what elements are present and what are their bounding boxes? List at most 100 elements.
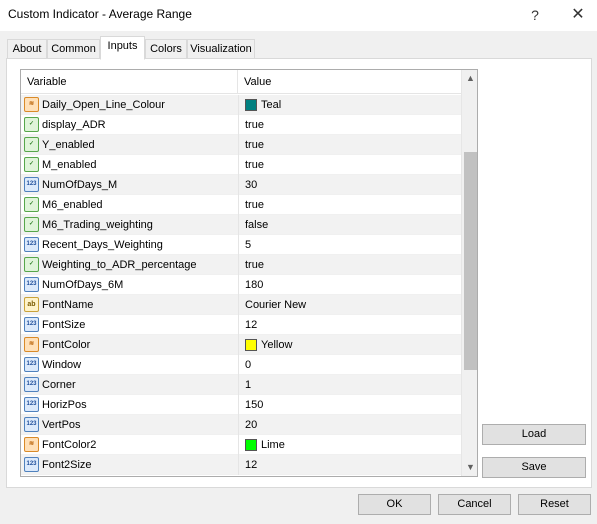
table-row[interactable]: ✓ M6_enabled true	[21, 195, 461, 215]
value-text[interactable]: 12	[245, 455, 257, 475]
color-type-icon: ≋	[24, 437, 39, 452]
table-row[interactable]: ≋ Daily_Open_Line_Colour Teal	[21, 95, 461, 115]
variable-name: VertPos	[42, 419, 81, 431]
variable-name: NumOfDays_6M	[42, 279, 124, 291]
value-text[interactable]: Yellow	[261, 335, 292, 355]
table-row[interactable]: ✓ M_enabled true	[21, 155, 461, 175]
integer-type-icon: 123	[24, 377, 39, 392]
value-text[interactable]: Teal	[261, 95, 281, 115]
value-cell[interactable]: 5	[238, 235, 461, 255]
value-cell[interactable]: 30	[238, 175, 461, 195]
table-row[interactable]: ✓ display_ADR true	[21, 115, 461, 135]
value-text[interactable]: true	[245, 195, 264, 215]
value-cell[interactable]: 150	[238, 395, 461, 415]
value-cell[interactable]: 20	[238, 415, 461, 435]
load-button[interactable]: Load	[482, 424, 586, 445]
value-text[interactable]: true	[245, 155, 264, 175]
vertical-scrollbar[interactable]: ▲ ▼	[461, 70, 477, 476]
value-text[interactable]: 0	[245, 355, 251, 375]
table-row[interactable]: 123 Font2Size 12	[21, 455, 461, 475]
value-cell[interactable]: Lime	[238, 435, 461, 455]
variable-name: Corner	[42, 379, 76, 391]
value-column-header[interactable]: Value	[244, 70, 271, 94]
color-type-icon: ≋	[24, 97, 39, 112]
tab-common[interactable]: Common	[47, 39, 100, 59]
table-row[interactable]: ≋ FontColor2 Lime	[21, 435, 461, 455]
value-text[interactable]: 30	[245, 175, 257, 195]
value-cell[interactable]: 12	[238, 315, 461, 335]
tab-visualization[interactable]: Visualization	[187, 39, 255, 59]
value-text[interactable]: 180	[245, 275, 263, 295]
variable-cell: 123 VertPos	[21, 415, 237, 435]
value-text[interactable]: 5	[245, 235, 251, 255]
value-cell[interactable]: false	[238, 215, 461, 235]
value-cell[interactable]: Courier New	[238, 295, 461, 315]
value-text[interactable]: 20	[245, 415, 257, 435]
table-row[interactable]: ✓ Weighting_to_ADR_percentage true	[21, 255, 461, 275]
value-cell[interactable]: 180	[238, 275, 461, 295]
scrollbar-thumb[interactable]	[464, 151, 477, 370]
variable-name: FontColor	[42, 339, 91, 351]
help-button[interactable]: ?	[524, 4, 546, 26]
table-row[interactable]: 123 NumOfDays_6M 180	[21, 275, 461, 295]
table-row[interactable]: 123 NumOfDays_M 30	[21, 175, 461, 195]
variable-name: M6_enabled	[42, 199, 103, 211]
value-cell[interactable]: true	[238, 195, 461, 215]
value-text[interactable]: true	[245, 255, 264, 275]
table-row[interactable]: 123 Window 0	[21, 355, 461, 375]
variable-cell: ≋ Daily_Open_Line_Colour	[21, 95, 237, 115]
tab-inputs[interactable]: Inputs	[100, 36, 145, 60]
tab-colors[interactable]: Colors	[145, 39, 187, 59]
table-row[interactable]: 123 VertPos 20	[21, 415, 461, 435]
variable-cell: ≋ FontColor	[21, 335, 237, 355]
value-cell[interactable]: 0	[238, 355, 461, 375]
value-cell[interactable]: 12	[238, 455, 461, 475]
boolean-type-icon: ✓	[24, 197, 39, 212]
variable-cell: 123 Font2Size	[21, 455, 237, 475]
color-swatch	[245, 439, 257, 451]
scroll-up-arrow-icon[interactable]: ▲	[462, 70, 477, 87]
color-swatch	[245, 339, 257, 351]
value-text[interactable]: Lime	[261, 435, 285, 455]
tab-about[interactable]: About	[7, 39, 47, 59]
close-button[interactable]: ✕	[567, 4, 589, 26]
value-cell[interactable]: true	[238, 155, 461, 175]
variable-column-header[interactable]: Variable	[27, 70, 67, 94]
table-row[interactable]: ab FontName Courier New	[21, 295, 461, 315]
variable-cell: ✓ Weighting_to_ADR_percentage	[21, 255, 237, 275]
table-row[interactable]: ✓ M6_Trading_weighting false	[21, 215, 461, 235]
integer-type-icon: 123	[24, 457, 39, 472]
variable-cell: 123 NumOfDays_M	[21, 175, 237, 195]
cancel-button[interactable]: Cancel	[438, 494, 511, 515]
value-cell[interactable]: Yellow	[238, 335, 461, 355]
variable-name: FontName	[42, 299, 94, 311]
value-cell[interactable]: Teal	[238, 95, 461, 115]
scroll-down-arrow-icon[interactable]: ▼	[462, 459, 477, 476]
value-text[interactable]: false	[245, 215, 268, 235]
grid-header: Variable Value	[21, 70, 461, 94]
value-text[interactable]: Courier New	[245, 295, 306, 315]
value-cell[interactable]: true	[238, 115, 461, 135]
table-row[interactable]: 123 Recent_Days_Weighting 5	[21, 235, 461, 255]
column-separator[interactable]	[237, 70, 238, 94]
variable-cell: ✓ M6_Trading_weighting	[21, 215, 237, 235]
value-text[interactable]: 150	[245, 395, 263, 415]
table-row[interactable]: ≋ FontColor Yellow	[21, 335, 461, 355]
table-row[interactable]: 123 HorizPos 150	[21, 395, 461, 415]
save-button[interactable]: Save	[482, 457, 586, 478]
variable-name: FontSize	[42, 319, 86, 331]
ok-button[interactable]: OK	[358, 494, 431, 515]
value-text[interactable]: 1	[245, 375, 251, 395]
value-text[interactable]: 12	[245, 315, 257, 335]
reset-button[interactable]: Reset	[518, 494, 591, 515]
table-row[interactable]: 123 FontSize 12	[21, 315, 461, 335]
table-row[interactable]: ✓ Y_enabled true	[21, 135, 461, 155]
value-cell[interactable]: true	[238, 135, 461, 155]
variable-cell: 123 HorizPos	[21, 395, 237, 415]
value-cell[interactable]: true	[238, 255, 461, 275]
value-text[interactable]: true	[245, 115, 264, 135]
table-row[interactable]: 123 Corner 1	[21, 375, 461, 395]
value-cell[interactable]: 1	[238, 375, 461, 395]
integer-type-icon: 123	[24, 277, 39, 292]
value-text[interactable]: true	[245, 135, 264, 155]
